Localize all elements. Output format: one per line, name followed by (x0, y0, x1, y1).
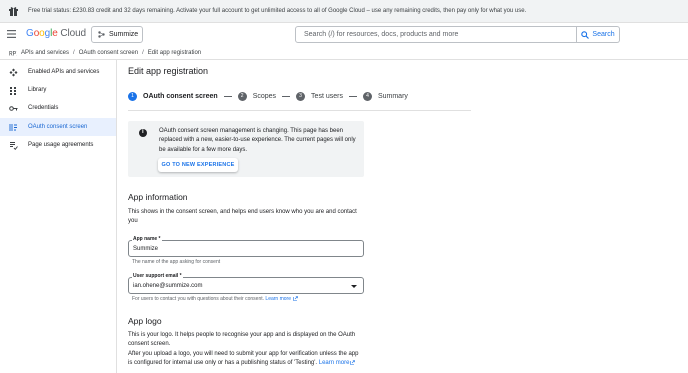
search-icon (581, 30, 590, 39)
step-scopes[interactable]: Scopes (253, 93, 276, 100)
step-divider (348, 95, 357, 97)
step-number: 1 (128, 91, 137, 101)
consent-icon (9, 124, 17, 131)
svg-text:RPI: RPI (9, 50, 17, 56)
notice-text: OAuth consent screen management is chang… (159, 128, 356, 153)
google-cloud-logo[interactable]: Google Cloud (26, 28, 86, 39)
app-logo-description: This is your logo. It helps people to re… (128, 332, 359, 366)
app-information-heading: App information (128, 192, 188, 202)
top-bar: Google Cloud Summize Search (/) for reso… (0, 23, 688, 46)
apis-icon: RPI (9, 50, 17, 56)
external-link-icon (293, 296, 299, 301)
user-support-email-select[interactable]: User support email * ian.ohene@summize.c… (128, 273, 364, 294)
agreements-icon (10, 142, 18, 150)
app-name-hint: The name of the app asking for consent (132, 259, 221, 265)
app-information-description: This shows in the consent screen, and he… (128, 209, 357, 225)
step-test-users[interactable]: Test users (311, 93, 343, 100)
main-content: Edit app registration 1 OAuth consent sc… (118, 60, 688, 373)
search-input[interactable]: Search (/) for resources, docs, products… (295, 26, 577, 43)
sidebar-item-credentials[interactable]: Credentials (0, 99, 116, 117)
breadcrumb-apis[interactable]: APIs and services (21, 50, 69, 56)
breadcrumb-consent[interactable]: OAuth consent screen (79, 50, 138, 56)
search-placeholder: Search (/) for resources, docs, products… (304, 31, 459, 38)
search-button-label: Search (592, 31, 615, 38)
page-title: Edit app registration (128, 66, 209, 76)
app-name-field[interactable]: App name * Summize (128, 236, 364, 257)
sidebar-item-enabled-apis[interactable]: Enabled APIs and services (0, 63, 116, 81)
registration-stepper: 1 OAuth consent screen 2 Scopes 3 Test u… (128, 90, 408, 102)
key-icon (9, 106, 18, 111)
sidebar: Enabled APIs and services Library Creden… (0, 60, 117, 373)
sidebar-item-library[interactable]: Library (0, 81, 116, 99)
app-logo-heading: App logo (128, 316, 162, 326)
breadcrumb-current: Edit app registration (147, 49, 202, 56)
support-email-label: User support email * (132, 273, 183, 279)
search-button[interactable]: Search (577, 26, 620, 43)
project-icon (98, 31, 105, 38)
step-number: 2 (237, 91, 247, 101)
learn-more-link[interactable]: Learn more (265, 296, 291, 302)
hamburger-menu-icon[interactable] (7, 30, 16, 38)
go-to-new-experience-button[interactable]: GO TO NEW EXPERIENCE (158, 158, 238, 172)
dropdown-arrow-icon (351, 285, 357, 288)
free-trial-banner: Free trial status: £230.83 credit and 32… (0, 0, 688, 23)
deprecation-notice: OAuth consent screen management is chang… (128, 121, 364, 177)
support-email-value: ian.ohene@summize.com (133, 283, 203, 289)
gift-icon (9, 7, 18, 16)
info-icon (139, 129, 147, 137)
stepper-divider (128, 110, 471, 111)
sidebar-item-page-usage[interactable]: Page usage agreements (0, 136, 116, 154)
app-name-value: Summize (133, 246, 159, 252)
step-number: 3 (296, 91, 306, 101)
step-oauth-consent[interactable]: OAuth consent screen (143, 93, 218, 100)
learn-more-link[interactable]: Learn more (319, 360, 350, 366)
project-name: Summize (109, 31, 139, 38)
project-picker[interactable]: Summize (91, 26, 143, 43)
library-icon (10, 87, 16, 95)
sidebar-item-oauth-consent[interactable]: OAuth consent screen (0, 118, 116, 136)
breadcrumb: RPI APIs and services / OAuth consent sc… (0, 46, 688, 60)
apis-icon (9, 68, 18, 77)
step-divider (282, 95, 291, 97)
banner-text: Free trial status: £230.83 credit and 32… (28, 8, 527, 14)
step-number: 4 (362, 91, 372, 101)
support-email-hint: For users to contact you with questions … (132, 296, 299, 302)
step-divider (223, 95, 232, 97)
external-link-icon (350, 360, 356, 365)
app-name-label: App name * (132, 236, 162, 242)
step-summary[interactable]: Summary (378, 93, 408, 100)
